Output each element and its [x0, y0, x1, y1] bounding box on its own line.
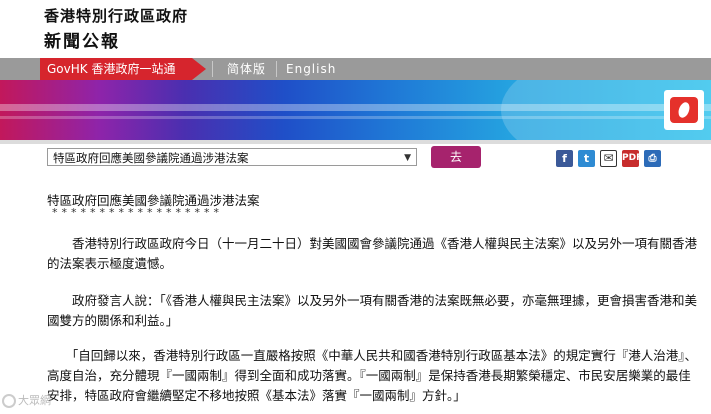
chevron-down-icon: ▼: [404, 153, 411, 163]
press-release-title: 新聞公報: [44, 32, 120, 52]
gov-title: 香港特別行政區政府: [44, 7, 189, 25]
go-button[interactable]: 去: [431, 146, 481, 168]
english-link[interactable]: English: [286, 58, 336, 80]
header-banner: [0, 80, 711, 140]
bauhinia-logo-icon: [664, 90, 704, 130]
twitter-icon[interactable]: t: [578, 150, 595, 167]
nav-divider: [212, 61, 213, 77]
watermark: 大眾網: [2, 392, 51, 408]
print-icon[interactable]: ⎙: [644, 150, 661, 167]
banner-underline: [0, 140, 711, 144]
facebook-icon[interactable]: f: [556, 150, 573, 167]
top-navbar: GovHK 香港政府一站通 简体版 English: [0, 58, 711, 80]
site-header: 香港特別行政區政府 新聞公報: [0, 0, 711, 58]
govhk-link[interactable]: GovHK 香港政府一站通: [40, 58, 206, 80]
press-release-select[interactable]: 特區政府回應美國參議院通過涉港法案 ▼: [47, 148, 417, 166]
simplified-chinese-link[interactable]: 简体版: [227, 58, 266, 80]
pdf-icon[interactable]: PDF: [622, 150, 642, 167]
title-separator: ******************: [52, 206, 223, 219]
watermark-logo-icon: [2, 394, 16, 408]
watermark-text: 大眾網: [18, 394, 51, 407]
email-icon[interactable]: ✉: [600, 150, 617, 167]
article-paragraph: 香港特別行政區政府今日（十一月二十日）對美國國會參議院通過《香港人權與民主法案》…: [47, 236, 698, 271]
nav-divider: [276, 61, 277, 77]
select-value: 特區政府回應美國參議院通過涉港法案: [53, 151, 249, 165]
article-paragraph: 政府發言人說：「《香港人權與民主法案》以及另外一項有關香港的法案既無必要，亦毫無…: [47, 293, 698, 328]
article-paragraph: 「自回歸以來，香港特別行政區一直嚴格按照《中華人民共和國香港特別行政區基本法》的…: [47, 348, 698, 403]
